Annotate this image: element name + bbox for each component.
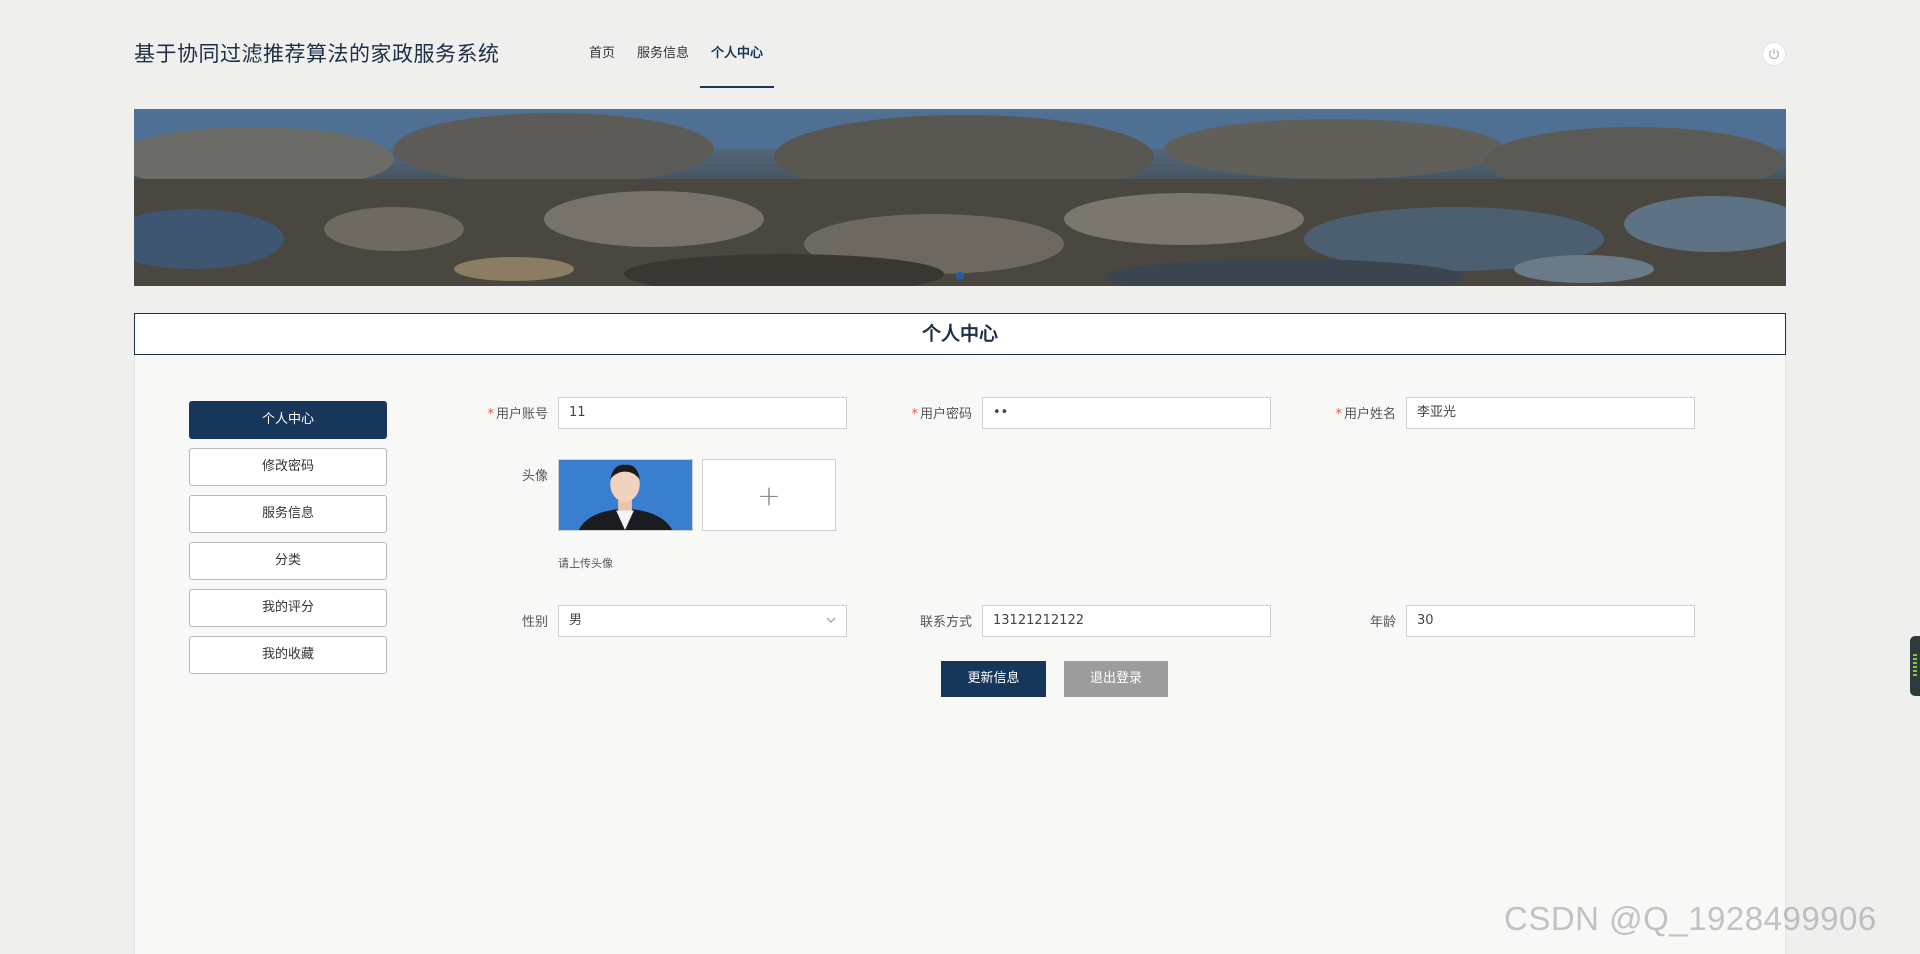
side-item-my-ratings[interactable]: 我的评分 [189,589,387,627]
carousel-indicator[interactable] [956,272,964,280]
gender-select[interactable]: 男 [558,605,847,637]
power-icon [1769,48,1779,60]
account-label: * 用户账号 [487,407,548,422]
name-label: * 用户姓名 [1335,407,1396,422]
avatar-upload-button[interactable]: + [702,459,836,531]
chevron-down-icon [826,617,836,623]
age-input[interactable]: 30 [1406,605,1695,637]
banner-image [134,109,1786,286]
age-label: 年龄 [1369,615,1396,630]
avatar-image[interactable] [558,459,693,531]
gender-select-value: 男 [569,613,583,628]
name-input[interactable]: 李亚光 [1406,397,1695,429]
side-menu: 个人中心 修改密码 服务信息 分类 我的评分 我的收藏 [189,401,387,683]
side-item-service-info[interactable]: 服务信息 [189,495,387,533]
avatar-label: 头像 [521,469,548,484]
side-item-change-password[interactable]: 修改密码 [189,448,387,486]
nav-service-info[interactable]: 服务信息 [626,0,700,88]
plus-icon: + [757,478,781,512]
gender-label: 性别 [521,615,548,630]
phone-input[interactable]: 13121212122 [982,605,1271,637]
logout-button[interactable]: 退出登录 [1064,661,1168,697]
watermark: CSDN @Q_1928499906 [1504,900,1877,937]
side-item-personal-center[interactable]: 个人中心 [189,401,387,439]
main-nav: 首页 服务信息 个人中心 [578,0,775,88]
update-info-button[interactable]: 更新信息 [941,661,1046,697]
nav-personal-center[interactable]: 个人中心 [700,0,775,88]
nav-home[interactable]: 首页 [578,0,626,88]
password-input[interactable]: •• [982,397,1271,429]
password-label: * 用户密码 [911,407,972,422]
header: 基于协同过滤推荐算法的家政服务系统 首页 服务信息 个人中心 [0,0,1920,108]
avatar-upload-hint: 请上传头像 [558,557,613,570]
phone-label: 联系方式 [919,615,972,630]
side-item-my-favorites[interactable]: 我的收藏 [189,636,387,674]
account-input[interactable]: 11 [558,397,847,429]
side-item-category[interactable]: 分类 [189,542,387,580]
side-drawer-handle[interactable] [1910,636,1920,696]
power-button[interactable] [1762,42,1786,66]
section-title: 个人中心 [134,313,1786,355]
site-title: 基于协同过滤推荐算法的家政服务系统 [134,42,500,66]
